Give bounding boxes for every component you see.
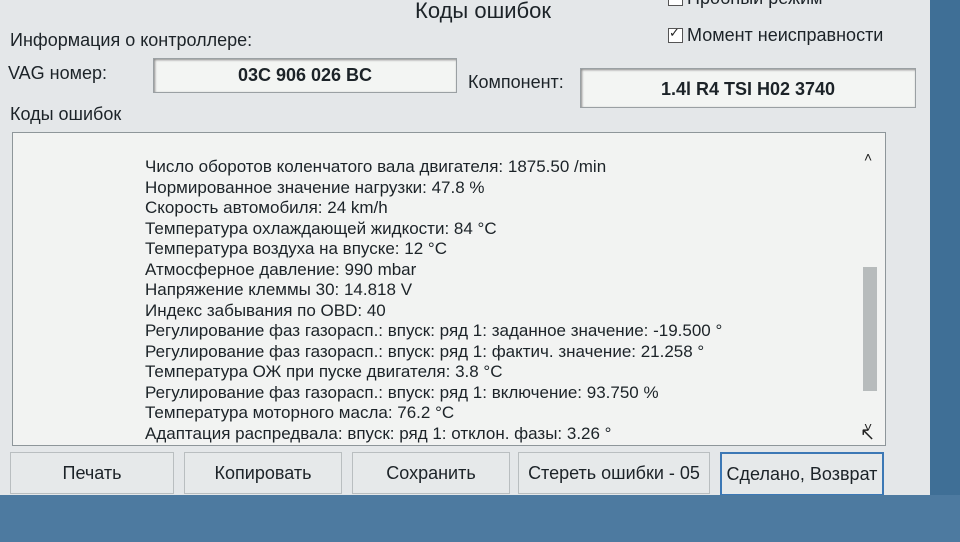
list-item: Регулирование фаз газорасп.: впуск: ряд … bbox=[145, 321, 723, 340]
list-item: Адаптация распредвала: впуск: ряд 1: отк… bbox=[145, 423, 612, 443]
component-field[interactable]: 1.4l R4 TSI H02 3740 bbox=[580, 68, 916, 108]
fault-codes-window: Коды ошибок Пробный режим Момент неиспра… bbox=[0, 0, 930, 496]
list-item: Температура охлаждающей жидкости: 84 °C bbox=[145, 218, 497, 238]
list-item: Напряжение клеммы 30: 14.818 V bbox=[145, 280, 413, 299]
list-item: Атмосферное давление: 990 mbar bbox=[145, 259, 417, 279]
test-mode-checkbox[interactable]: Пробный режим bbox=[668, 0, 823, 9]
component-label: Компонент: bbox=[468, 72, 564, 92]
freeze-frame-label: Момент неисправности bbox=[687, 25, 884, 45]
list-item: Скорость автомобиля: 24 km/h bbox=[145, 198, 388, 217]
list-item: Температура моторного масла: 76.2 °C bbox=[145, 403, 455, 422]
fault-codes-lines: Число оборотов коленчатого вала двигател… bbox=[145, 157, 722, 444]
scrollbar-thumb[interactable] bbox=[863, 267, 877, 391]
test-mode-checkbox-box[interactable] bbox=[668, 0, 683, 6]
list-item: Число оборотов коленчатого вала двигател… bbox=[145, 157, 607, 176]
vag-number-label: VAG номер: bbox=[8, 63, 108, 83]
copy-button[interactable]: Копировать bbox=[184, 452, 342, 494]
fault-codes-list[interactable]: Число оборотов коленчатого вала двигател… bbox=[12, 132, 886, 446]
list-item: Температура воздуха на впуске: 12 °C bbox=[145, 239, 447, 258]
save-button[interactable]: Сохранить bbox=[352, 452, 510, 494]
list-item: Регулирование фаз газорасп.: впуск: ряд … bbox=[145, 382, 659, 402]
fault-codes-label: Коды ошибок bbox=[10, 104, 122, 124]
vertical-scrollbar[interactable]: ˄ ˅ bbox=[863, 145, 877, 435]
done-return-button[interactable]: Сделано, Возврат bbox=[720, 452, 884, 496]
vag-number-field[interactable]: 03C 906 026 BC bbox=[153, 58, 457, 93]
list-item: Температура ОЖ при пуске двигателя: 3.8 … bbox=[145, 362, 503, 381]
list-item: Индекс забывания по OBD: 40 bbox=[145, 300, 386, 320]
chevron-up-icon[interactable]: ˄ bbox=[864, 149, 872, 165]
list-item: Регулирование фаз газорасп.: впуск: ряд … bbox=[145, 341, 705, 361]
mouse-cursor-icon: ↖ bbox=[860, 424, 876, 444]
desktop-edge bbox=[930, 0, 960, 542]
controller-info-label: Информация о контроллере: bbox=[10, 30, 253, 50]
print-button[interactable]: Печать bbox=[10, 452, 174, 494]
freeze-frame-checkbox-box[interactable] bbox=[668, 25, 683, 43]
clear-codes-button[interactable]: Стереть ошибки - 05 bbox=[518, 452, 710, 494]
list-item: Нормированное значение нагрузки: 47.8 % bbox=[145, 177, 485, 197]
window-title: Коды ошибок bbox=[415, 0, 551, 23]
test-mode-label: Пробный режим bbox=[687, 0, 823, 9]
desktop-background bbox=[0, 495, 960, 542]
freeze-frame-checkbox[interactable]: Момент неисправности bbox=[668, 25, 883, 46]
